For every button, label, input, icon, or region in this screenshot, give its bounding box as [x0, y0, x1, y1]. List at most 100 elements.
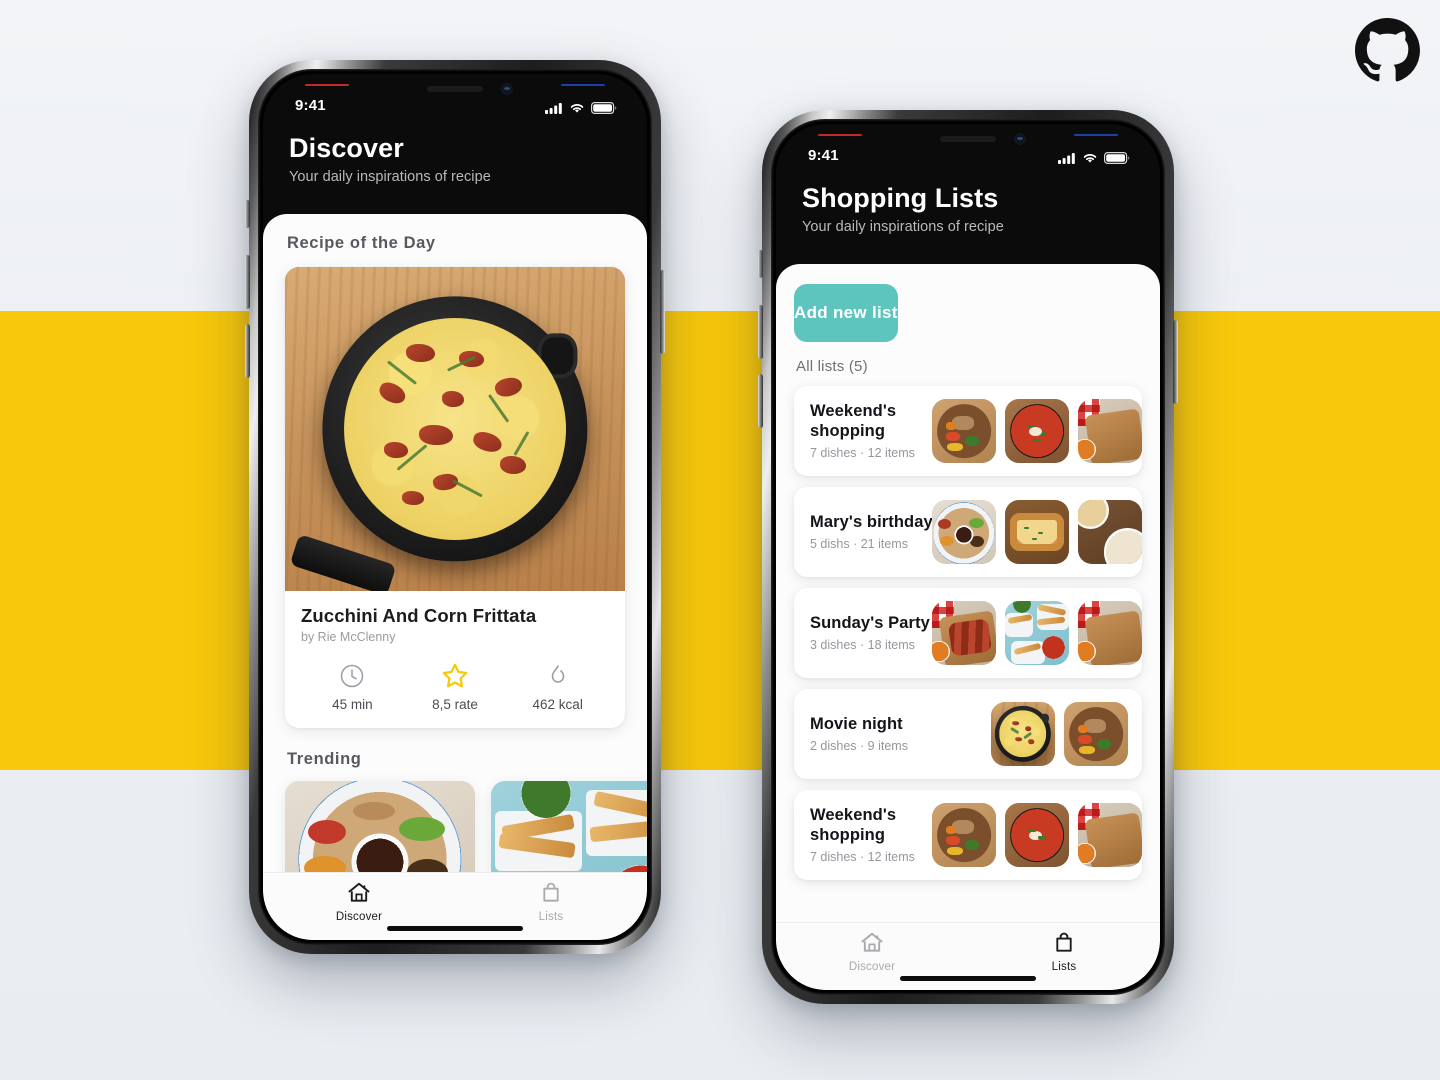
shopping-bag-icon: [543, 882, 559, 902]
recipe-of-the-day-title: Recipe of the Day: [287, 234, 436, 252]
tab-lists-label: Lists: [538, 911, 564, 923]
lists-scroll[interactable]: Add new list All lists (5) Weekend's sho…: [776, 264, 1160, 922]
recipe-name: Zucchini And Corn Frittata: [301, 605, 537, 626]
list-item-text: Sunday's Party 3 dishes · 18 items: [810, 614, 946, 652]
list-item-name: Mary's birthday: [810, 512, 933, 531]
list-item-thumbnails: [932, 601, 1142, 665]
list-thumbnail: [1005, 399, 1069, 463]
status-time: 9:41: [295, 97, 326, 114]
list-item-meta: 7 dishes · 12 items: [810, 445, 915, 460]
trending-title: Trending: [287, 750, 362, 768]
power-button[interactable]: [660, 270, 665, 354]
list-item[interactable]: Mary's birthday 5 dishs · 21 items: [794, 487, 1142, 577]
list-thumbnail: [932, 500, 996, 564]
list-item-thumbnails: [932, 803, 1142, 867]
list-thumbnail: [1005, 500, 1069, 564]
shopping-bag-icon: [1056, 932, 1072, 952]
status-bar: 9:41: [263, 74, 647, 118]
accent-band: [0, 311, 1440, 770]
stat-time-label: 45 min: [332, 697, 373, 712]
trending-row[interactable]: [263, 769, 647, 872]
home-icon: [348, 882, 370, 902]
all-lists-label: All lists (5): [796, 358, 868, 375]
page-title: Discover: [289, 133, 404, 163]
stat-calories-label: 462 kcal: [532, 697, 583, 712]
list-item[interactable]: Weekend's shopping 7 dishes · 12 items: [794, 386, 1142, 476]
list-item-meta: 3 dishes · 18 items: [810, 638, 915, 653]
volume-down-button[interactable]: [245, 324, 250, 378]
list-item-meta: 5 dishs · 21 items: [810, 537, 908, 552]
tab-discover-label: Discover: [335, 911, 383, 923]
list-thumbnail: [1005, 601, 1069, 665]
content-sheet: Recipe of the Day Zucchini And Corn Frit…: [263, 214, 647, 940]
mute-switch[interactable]: [245, 200, 250, 228]
home-indicator[interactable]: [900, 976, 1036, 981]
screen-discover: 9:41 Discover Your daily inspirations of…: [263, 74, 647, 940]
status-bar: 9:41: [776, 124, 1160, 168]
volume-up-button[interactable]: [245, 255, 250, 309]
list-item[interactable]: Movie night 2 dishes · 9 items: [794, 689, 1142, 779]
list-thumbnail: [932, 601, 996, 665]
list-thumbnail: [932, 803, 996, 867]
battery-icon: [1104, 152, 1130, 164]
list-thumbnail: [1078, 399, 1142, 463]
trending-card[interactable]: [285, 781, 475, 872]
list-item-thumbnails: [991, 702, 1128, 766]
volume-down-button[interactable]: [758, 374, 763, 428]
cellular-signal-icon: [1058, 153, 1075, 164]
list-thumbnail: [1078, 601, 1142, 665]
page-title: Shopping Lists: [802, 183, 999, 213]
trending-card[interactable]: [491, 781, 647, 872]
list-item[interactable]: Weekend's shopping 7 dishes · 12 items: [794, 790, 1142, 880]
home-indicator[interactable]: [387, 926, 523, 931]
list-item-thumbnails: [932, 399, 1142, 463]
phone-lists: 9:41 Shopping Lists Your daily inspirati…: [762, 110, 1174, 1004]
page-subtitle: Your daily inspirations of recipe: [289, 168, 491, 185]
list-item-text: Weekend's shopping 7 dishes · 12 items: [810, 402, 946, 460]
list-thumbnail: [1064, 702, 1128, 766]
mute-switch[interactable]: [758, 250, 763, 278]
stat-rating: 8,5 rate: [404, 662, 507, 712]
wifi-icon: [1083, 154, 1097, 163]
stat-time: 45 min: [301, 662, 404, 712]
power-button[interactable]: [1173, 320, 1178, 404]
list-item-thumbnails: [932, 500, 1142, 564]
list-item-text: Weekend's shopping 7 dishes · 12 items: [810, 806, 946, 864]
phone-discover: 9:41 Discover Your daily inspirations of…: [249, 60, 661, 954]
status-icons: [545, 102, 617, 114]
flame-icon: [506, 662, 609, 690]
volume-up-button[interactable]: [758, 305, 763, 359]
github-octocat-icon[interactable]: [1355, 18, 1420, 83]
tab-bar: Discover Lists: [776, 922, 1160, 990]
recipe-meta: Zucchini And Corn Frittata by Rie McClen…: [285, 591, 625, 728]
recipe-photo: [285, 267, 625, 591]
list-item-name: Sunday's Party: [810, 613, 930, 632]
tab-lists-label: Lists: [1051, 961, 1077, 973]
list-item-meta: 2 dishes · 9 items: [810, 739, 908, 754]
list-thumbnail: [991, 702, 1055, 766]
wifi-icon: [570, 104, 584, 113]
battery-icon: [591, 102, 617, 114]
list-thumbnail: [1078, 803, 1142, 867]
stat-rating-label: 8,5 rate: [432, 697, 478, 712]
page-subtitle: Your daily inspirations of recipe: [802, 218, 1004, 235]
list-item-text: Mary's birthday 5 dishs · 21 items: [810, 513, 946, 551]
phone-bezel: 9:41: [771, 119, 1165, 995]
status-time: 9:41: [808, 147, 839, 164]
list-item-meta: 7 dishes · 12 items: [810, 849, 915, 864]
list-thumbnail: [1005, 803, 1069, 867]
tab-bar: Discover Lists: [263, 872, 647, 940]
recipe-stats: 45 min 8,5 rate 462 kcal: [301, 662, 609, 712]
list-item-text: Movie night 2 dishes · 9 items: [810, 715, 946, 753]
phone-bezel: 9:41: [258, 69, 652, 945]
list-item-name: Movie night: [810, 714, 903, 733]
add-new-list-button[interactable]: Add new list: [794, 284, 898, 342]
recipe-of-the-day-card[interactable]: Zucchini And Corn Frittata by Rie McClen…: [285, 267, 625, 728]
tab-discover-label: Discover: [848, 961, 896, 973]
list-item-name: Weekend's shopping: [810, 402, 897, 440]
star-icon: [404, 662, 507, 690]
list-item[interactable]: Sunday's Party 3 dishes · 18 items: [794, 588, 1142, 678]
recipe-author: by Rie McClenny: [301, 630, 396, 644]
discover-scroll[interactable]: Recipe of the Day Zucchini And Corn Frit…: [263, 214, 647, 872]
status-icons: [1058, 152, 1130, 164]
